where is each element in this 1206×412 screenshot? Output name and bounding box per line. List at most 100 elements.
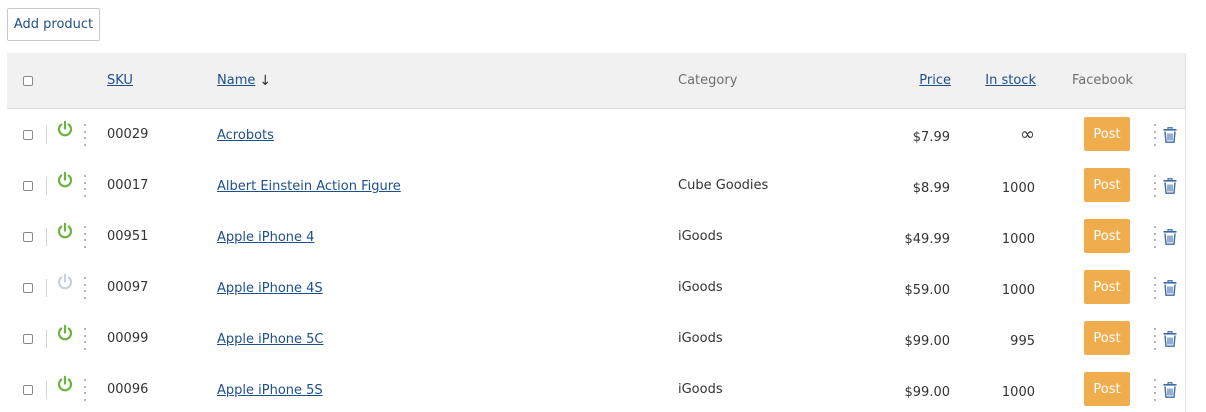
- stock-cell[interactable]: 1000: [967, 367, 1035, 412]
- row-checkbox[interactable]: [23, 231, 33, 242]
- stock-cell[interactable]: 995: [967, 316, 1035, 367]
- row-drag-handle[interactable]: [84, 328, 86, 350]
- power-icon: [57, 273, 73, 289]
- column-divider: [46, 279, 47, 297]
- table-row: 00029 Acrobots $7.99 ∞ Post: [7, 109, 1185, 163]
- row-select-cell: [23, 109, 33, 160]
- facebook-post-button[interactable]: Post: [1084, 372, 1130, 406]
- table-row: 00951 Apple iPhone 4 iGoods $49.99 1000 Post: [7, 211, 1185, 265]
- row-actions-handle[interactable]: [1154, 328, 1156, 350]
- power-icon: [57, 120, 73, 136]
- select-all-checkbox[interactable]: [23, 75, 33, 86]
- delete-button[interactable]: [1162, 313, 1178, 364]
- row-actions-handle[interactable]: [1154, 226, 1156, 248]
- row-checkbox[interactable]: [23, 384, 33, 395]
- enabled-toggle[interactable]: [56, 103, 74, 154]
- row-drag-handle[interactable]: [84, 226, 86, 248]
- trash-icon: [1163, 279, 1177, 296]
- row-drag-handle[interactable]: [84, 175, 86, 197]
- power-icon: [57, 324, 73, 340]
- add-product-button[interactable]: Add product: [7, 8, 100, 41]
- product-name-cell: Acrobots: [217, 110, 274, 161]
- column-divider: [46, 330, 47, 348]
- delete-button[interactable]: [1162, 262, 1178, 313]
- name-sort-link[interactable]: Name: [217, 73, 255, 88]
- facebook-post-button[interactable]: Post: [1084, 219, 1130, 253]
- facebook-post-button[interactable]: Post: [1084, 270, 1130, 304]
- row-actions-handle[interactable]: [1154, 124, 1156, 146]
- power-icon: [57, 375, 73, 391]
- row-drag-handle[interactable]: [84, 379, 86, 401]
- select-all-cell: [23, 53, 33, 108]
- facebook-post-button[interactable]: Post: [1084, 321, 1130, 355]
- price-sort-link[interactable]: Price: [919, 73, 951, 88]
- enabled-toggle[interactable]: [56, 307, 74, 358]
- row-checkbox[interactable]: [23, 333, 33, 344]
- sku-sort-link[interactable]: SKU: [107, 73, 133, 88]
- delete-button[interactable]: [1162, 109, 1178, 160]
- delete-button[interactable]: [1162, 211, 1178, 262]
- stock-cell[interactable]: ∞: [967, 109, 1035, 160]
- table-row: 00017 Albert Einstein Action Figure Cube G…: [7, 160, 1185, 214]
- price-cell[interactable]: $99.00: [850, 316, 951, 367]
- column-divider: [46, 381, 47, 399]
- enabled-toggle[interactable]: [56, 154, 74, 205]
- product-name-cell: Apple iPhone 5S: [217, 365, 323, 412]
- row-select-cell: [23, 313, 33, 364]
- trash-icon: [1163, 381, 1177, 398]
- delete-button[interactable]: [1162, 364, 1178, 412]
- stock-cell[interactable]: 1000: [967, 214, 1035, 265]
- trash-icon: [1163, 228, 1177, 245]
- price-cell[interactable]: $59.00: [850, 265, 951, 316]
- row-select-cell: [23, 211, 33, 262]
- delete-button[interactable]: [1162, 160, 1178, 211]
- sort-descending-icon: ↓: [259, 72, 272, 89]
- product-name-cell: Apple iPhone 4S: [217, 263, 323, 314]
- product-name-link[interactable]: Apple iPhone 4S: [217, 281, 323, 296]
- table-row: 00096 Apple iPhone 5S iGoods $99.00 1000 Post: [7, 364, 1185, 412]
- trash-icon: [1163, 126, 1177, 143]
- sku-cell: 00029: [107, 127, 149, 142]
- facebook-header: Facebook: [1072, 53, 1133, 108]
- facebook-post-button[interactable]: Post: [1084, 117, 1130, 151]
- sku-cell: 00097: [107, 280, 149, 295]
- product-name-link[interactable]: Apple iPhone 5C: [217, 332, 324, 347]
- row-checkbox[interactable]: [23, 180, 33, 191]
- sku-cell: 00951: [107, 229, 149, 244]
- price-cell[interactable]: $8.99: [850, 163, 950, 214]
- product-name-link[interactable]: Apple iPhone 4: [217, 230, 314, 245]
- enabled-toggle[interactable]: [56, 256, 74, 307]
- facebook-post-button[interactable]: Post: [1084, 168, 1130, 202]
- in-stock-header: In stock: [967, 53, 1036, 108]
- column-divider: [46, 177, 47, 195]
- product-name-link[interactable]: Albert Einstein Action Figure: [217, 179, 401, 194]
- column-divider: [46, 126, 47, 144]
- row-drag-handle[interactable]: [84, 124, 86, 146]
- row-select-cell: [23, 364, 33, 412]
- row-actions-handle[interactable]: [1154, 379, 1156, 401]
- trash-icon: [1163, 177, 1177, 194]
- price-cell[interactable]: $7.99: [850, 112, 950, 163]
- sku-cell: 00017: [107, 178, 149, 193]
- stock-cell[interactable]: 1000: [967, 265, 1035, 316]
- product-name-link[interactable]: Acrobots: [217, 128, 274, 143]
- sku-header: SKU: [107, 53, 133, 108]
- enabled-toggle[interactable]: [56, 358, 74, 409]
- row-select-cell: [23, 262, 33, 313]
- enabled-toggle[interactable]: [56, 205, 74, 256]
- row-drag-handle[interactable]: [84, 277, 86, 299]
- product-name-cell: Apple iPhone 4: [217, 212, 314, 263]
- price-cell[interactable]: $49.99: [850, 214, 951, 265]
- column-divider: [46, 228, 47, 246]
- stock-cell[interactable]: 1000: [967, 163, 1035, 214]
- in-stock-sort-link[interactable]: In stock: [985, 73, 1036, 88]
- product-name-link[interactable]: Apple iPhone 5S: [217, 383, 323, 398]
- row-actions-handle[interactable]: [1154, 277, 1156, 299]
- price-cell[interactable]: $99.00: [850, 367, 951, 412]
- row-checkbox[interactable]: [23, 129, 33, 140]
- row-checkbox[interactable]: [23, 282, 33, 293]
- row-actions-handle[interactable]: [1154, 175, 1156, 197]
- category-cell: Cube Goodies: [678, 178, 769, 193]
- trash-icon: [1163, 330, 1177, 347]
- product-name-cell: Albert Einstein Action Figure: [217, 161, 401, 212]
